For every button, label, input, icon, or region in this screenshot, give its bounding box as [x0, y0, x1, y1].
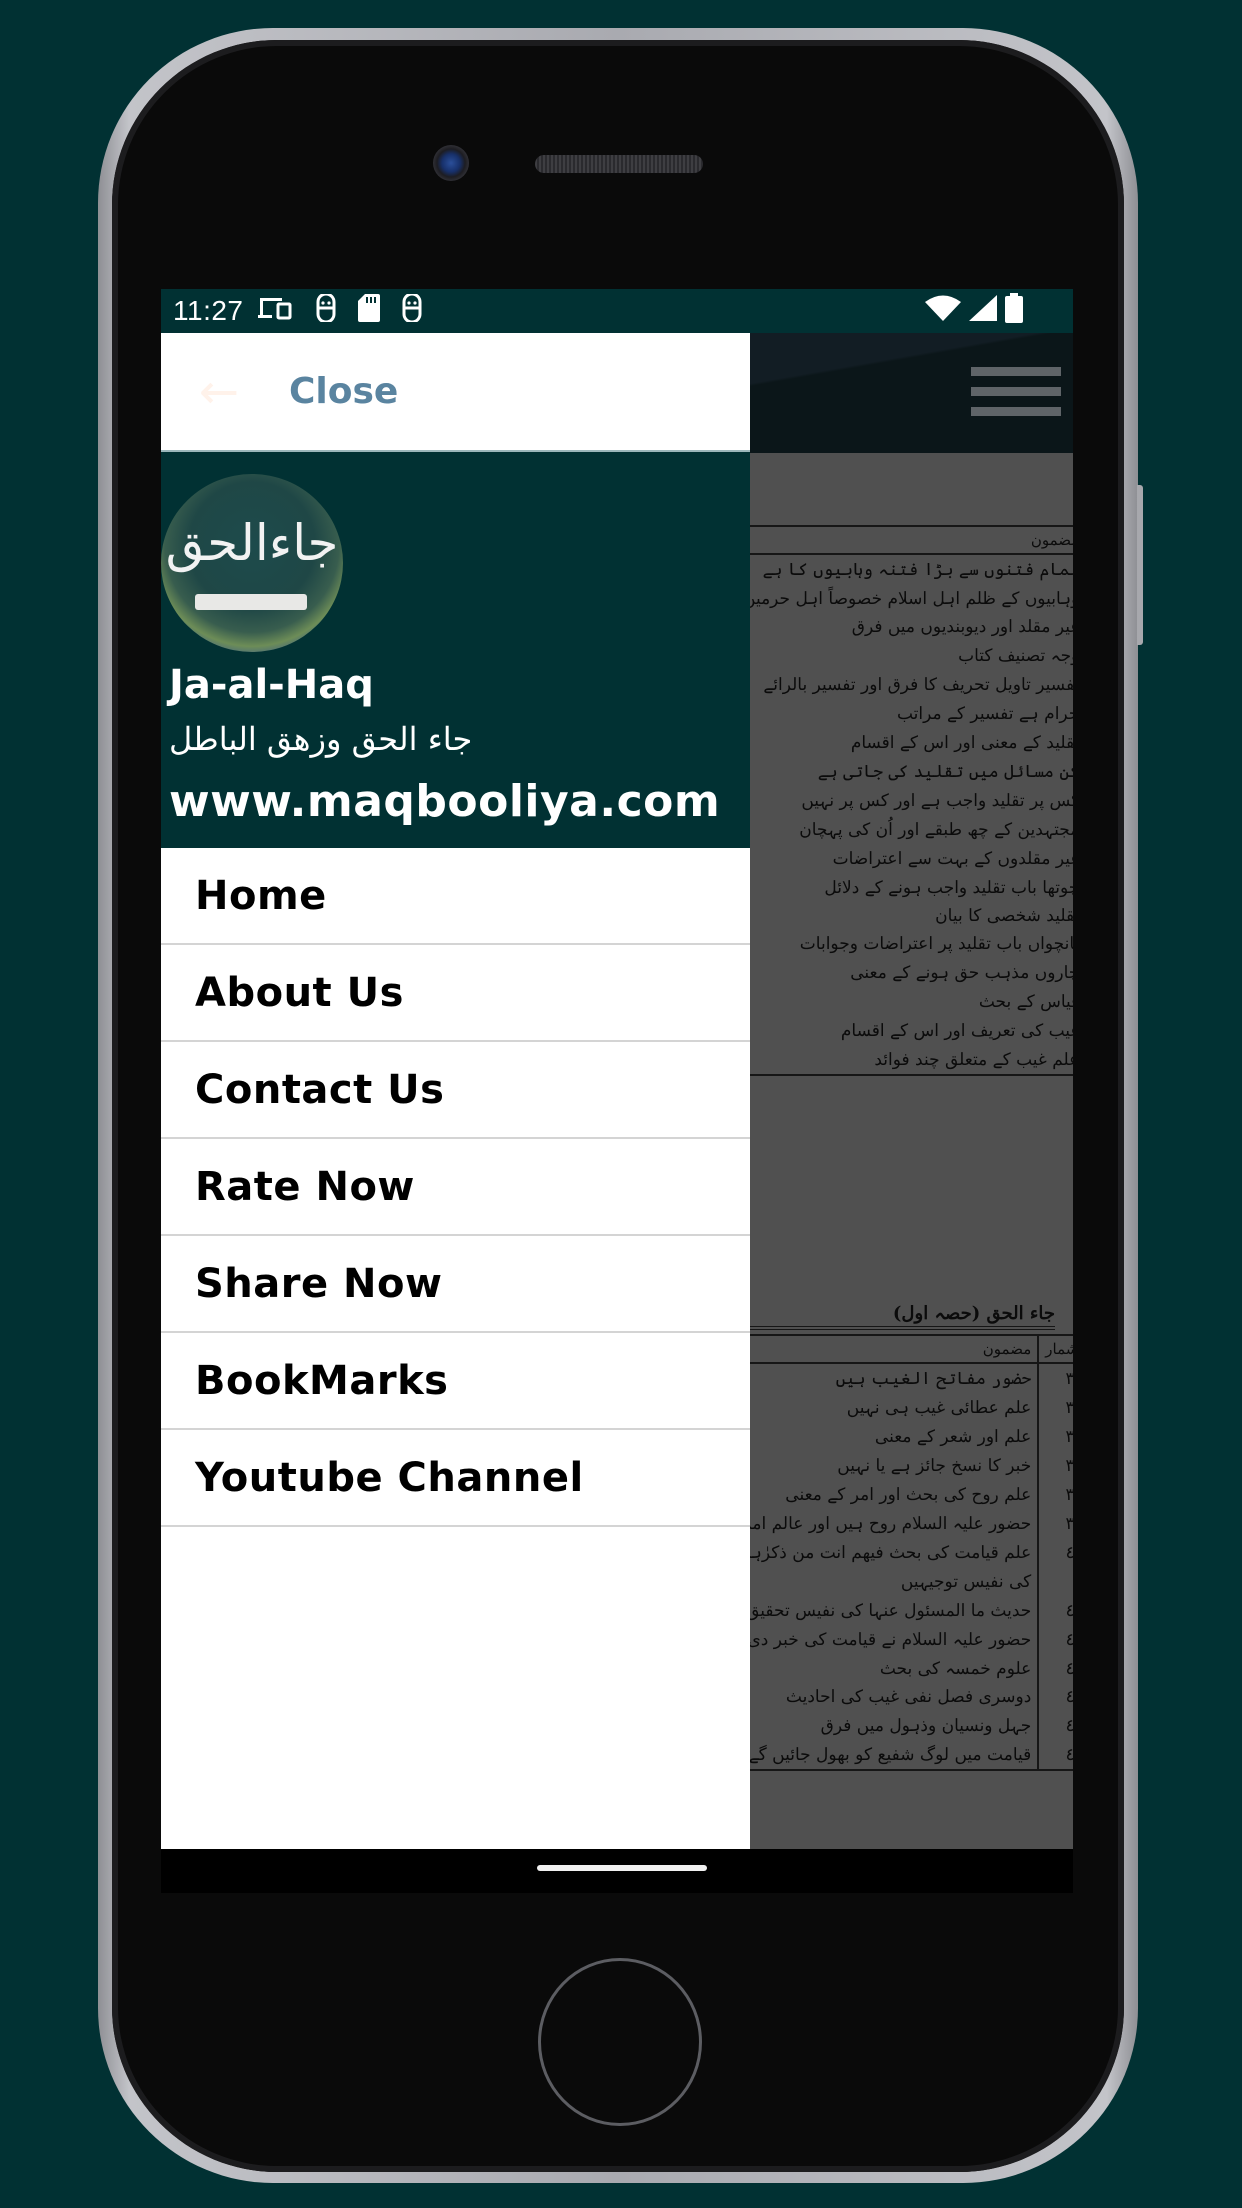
hamburger-menu-icon[interactable]	[971, 367, 1061, 419]
home-indicator[interactable]	[537, 1865, 707, 1871]
system-nav-bar	[161, 1849, 1073, 1893]
app-logo: جاءالحق	[161, 474, 343, 652]
menu-item-bookmarks[interactable]: BookMarks	[161, 1333, 750, 1430]
arrow-left-icon[interactable]: ←	[189, 362, 249, 422]
logo-text: جاءالحق	[165, 514, 339, 572]
cellular-signal-icon	[969, 294, 997, 328]
drawer-header: جاءالحق Ja-al-Haq جاء الحق وزھق الباطل w…	[161, 452, 750, 848]
phone-side-button	[1137, 485, 1143, 645]
android-debug-icon	[400, 292, 424, 329]
menu-item-home[interactable]: Home	[161, 848, 750, 945]
menu-item-youtube-channel[interactable]: Youtube Channel	[161, 1430, 750, 1527]
android-debug-icon	[314, 292, 338, 329]
close-button[interactable]: Close	[289, 371, 398, 412]
cast-icon	[257, 295, 294, 327]
menu-item-about-us[interactable]: About Us	[161, 945, 750, 1042]
home-button[interactable]	[538, 1958, 702, 2126]
device-screen: 11:27 ضمون تمام فتنوں سے بڑا فتنہ وہابیو…	[161, 289, 1073, 1893]
drawer-close-bar[interactable]: ← Close	[161, 333, 750, 452]
sd-card-icon	[357, 293, 380, 329]
logo-banner	[195, 594, 307, 610]
menu-item-contact-us[interactable]: Contact Us	[161, 1042, 750, 1139]
wifi-icon	[925, 295, 961, 328]
status-time: 11:27	[173, 295, 244, 326]
battery-icon	[1005, 292, 1023, 330]
navigation-drawer: ← Close جاءالحق Ja-al-Haq جاء الحق وزھق …	[161, 333, 750, 1849]
earpiece-speaker	[535, 155, 703, 173]
app-name: Ja-al-Haq	[169, 662, 374, 708]
menu-item-rate-now[interactable]: Rate Now	[161, 1139, 750, 1236]
menu-item-share-now[interactable]: Share Now	[161, 1236, 750, 1333]
front-camera-icon	[433, 145, 469, 181]
website-link[interactable]: www.maqbooliya.com	[169, 776, 720, 827]
status-bar: 11:27	[161, 289, 1073, 333]
status-right-icons	[925, 292, 1023, 330]
app-tagline: جاء الحق وزھق الباطل	[169, 720, 473, 758]
drawer-menu: Home About Us Contact Us Rate Now Share …	[161, 848, 750, 1527]
